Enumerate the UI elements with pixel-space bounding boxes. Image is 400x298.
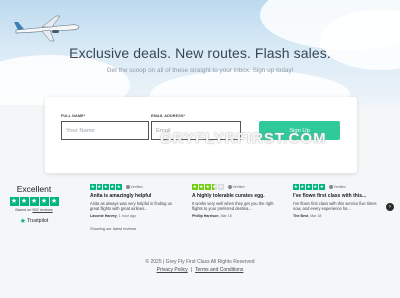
star-icon: ★ xyxy=(319,184,325,190)
check-icon xyxy=(328,184,333,189)
author-name: Phillip Harrison xyxy=(192,214,219,219)
trustpilot-wordmark: Trustpilot xyxy=(27,218,49,224)
author-name: The Best xyxy=(293,214,309,219)
review-title: A highly tolerable curates egg. xyxy=(192,192,265,199)
rating-word: Excellent xyxy=(16,184,52,194)
airplane-icon xyxy=(14,15,80,42)
star-icon: ★ xyxy=(198,184,204,190)
review-date: 1 hour ago xyxy=(118,214,136,219)
author-name: Lavonte Harvey xyxy=(90,214,117,219)
footer-copyright: © 2025 | Grey Fly First Class All Rights… xyxy=(145,259,255,265)
review-body: Anita as always was very helpful in find… xyxy=(90,200,172,211)
page-headline: Exclusive deals. New routes. Flash sales… xyxy=(69,45,331,61)
review-date: Mar 18 xyxy=(310,214,322,219)
overall-stars: ★ ★ ★ ★ ★ xyxy=(8,197,60,206)
review-author: The Best, Mar 18 xyxy=(293,214,322,219)
star-icon: ★ xyxy=(299,184,305,190)
star-icon: ★ xyxy=(39,197,49,206)
star-icon: ★ xyxy=(90,184,96,190)
link-separator: | xyxy=(190,267,193,273)
verified-label: Verified xyxy=(333,184,346,189)
watermark: GRYFLYRFIRST.COM xyxy=(160,130,327,147)
showing-latest-reviews: Showing our latest reviews xyxy=(90,226,137,231)
review-title: Anita is amazingly helpful xyxy=(90,192,152,199)
review-count-link[interactable]: 552 reviews xyxy=(32,208,52,212)
verified-label: Verified xyxy=(232,184,245,189)
based-on-prefix: Based on xyxy=(15,208,32,212)
review-date: Mar 18 xyxy=(220,214,232,219)
star-icon: ★ xyxy=(19,197,29,206)
footer-links: Privacy Policy | Terms and Conditions xyxy=(0,267,400,273)
review-stars: ★ ★ ★ ★ ★ Verified xyxy=(90,184,182,190)
review-card[interactable]: ★ ★ ★ ★ ★ Verified A highly tolerable cu… xyxy=(192,184,284,218)
review-stars: ★ ★ ★ ★ ★ Verified xyxy=(192,184,284,190)
review-body: It works very well when they get you the… xyxy=(192,200,274,211)
star-icon: ★ xyxy=(49,197,59,206)
check-icon xyxy=(125,184,130,189)
check-icon xyxy=(227,184,232,189)
review-count-text: Based on 552 reviews xyxy=(8,208,60,212)
verified-label: Verified xyxy=(130,184,143,189)
star-icon: ★ xyxy=(205,184,211,190)
review-author: Lavonte Harvey, 1 hour ago xyxy=(90,214,136,219)
review-title: I've flown first class with this... xyxy=(293,192,367,199)
star-empty-icon: ★ xyxy=(218,184,224,190)
privacy-policy-link[interactable]: Privacy Policy xyxy=(157,267,188,273)
full-name-label: FULL NAME* xyxy=(61,114,86,118)
star-icon: ★ xyxy=(109,184,115,190)
star-icon: ★ xyxy=(29,197,39,206)
review-card[interactable]: ★ ★ ★ ★ ★ Verified I've flown first clas… xyxy=(293,184,385,218)
review-stars: ★ ★ ★ ★ ★ Verified xyxy=(293,184,385,190)
full-name-input[interactable] xyxy=(61,121,149,140)
verified-badge: Verified xyxy=(125,184,143,189)
star-icon: ★ xyxy=(192,184,198,190)
review-body: I've flown first class with this service… xyxy=(293,200,377,211)
star-half-icon: ★ xyxy=(211,184,217,190)
trustpilot-star-icon: ★ xyxy=(19,218,27,225)
email-label: EMAIL ADDRESS* xyxy=(151,114,186,118)
star-icon: ★ xyxy=(103,184,109,190)
review-card[interactable]: ★ ★ ★ ★ ★ Verified Anita is amazingly he… xyxy=(90,184,182,218)
star-icon: ★ xyxy=(96,184,102,190)
star-icon: ★ xyxy=(306,184,312,190)
page-subheadline: Get the scoop on all of these straight t… xyxy=(106,67,294,74)
trustpilot-logo[interactable]: ★ Trustpilot xyxy=(8,217,60,225)
star-icon: ★ xyxy=(9,197,19,206)
terms-link[interactable]: Terms and Conditions xyxy=(195,267,243,273)
chevron-right-icon[interactable]: › xyxy=(386,203,394,211)
review-author: Phillip Harrison, Mar 18 xyxy=(192,214,232,219)
star-icon: ★ xyxy=(116,184,122,190)
star-icon: ★ xyxy=(312,184,318,190)
verified-badge: Verified xyxy=(227,184,245,189)
verified-badge: Verified xyxy=(328,184,346,189)
star-icon: ★ xyxy=(293,184,299,190)
trustpilot-summary[interactable]: Excellent ★ ★ ★ ★ ★ Based on 552 reviews… xyxy=(8,184,60,225)
